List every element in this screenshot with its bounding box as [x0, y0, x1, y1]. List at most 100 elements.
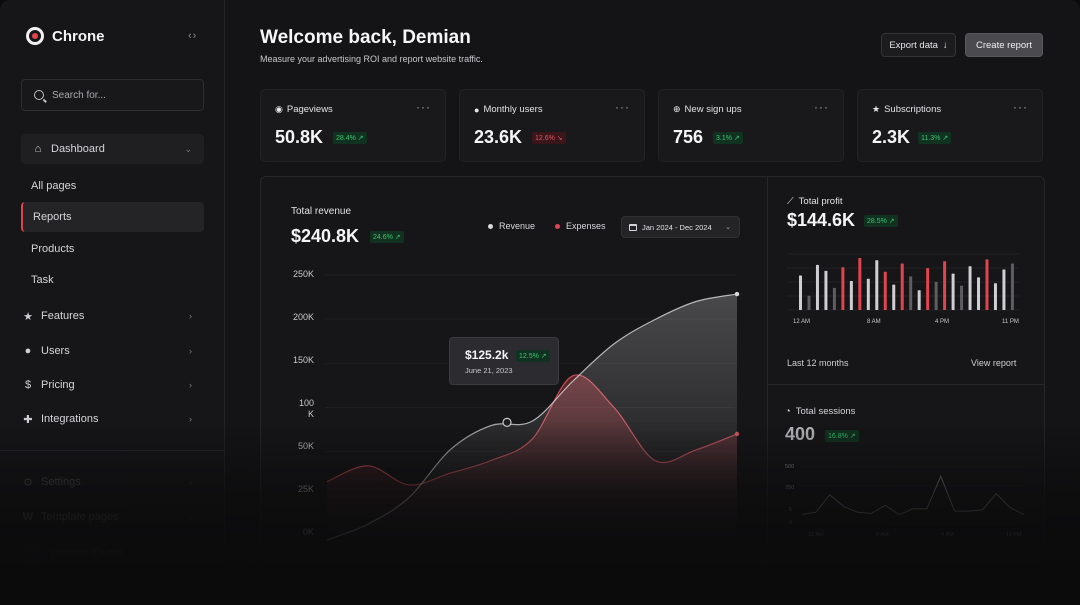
sidebar-item-settings[interactable]: ⚙ Settings ›	[21, 467, 204, 497]
sessions-label: ◔ Total sessions	[785, 406, 855, 417]
x-tick: 4 PM	[935, 319, 949, 325]
sessions-line-chart[interactable]	[800, 465, 1025, 527]
page-title: Welcome back, Demian	[260, 27, 471, 48]
brand[interactable]: Chrone	[26, 27, 105, 45]
legend-label: Revenue	[499, 221, 536, 231]
x-tick: 8 AM	[867, 319, 881, 325]
puzzle-icon: ✚	[23, 413, 33, 426]
search-input[interactable]	[52, 89, 192, 101]
stat-label: Monthly users	[483, 104, 543, 115]
date-range-select[interactable]: Jan 2024 - Dec 2024 ⌄	[621, 216, 740, 238]
more-icon[interactable]: ···	[814, 100, 829, 114]
profit-label-text: Total profit	[798, 196, 843, 207]
profit-bar	[815, 264, 819, 310]
export-label: Export data	[889, 39, 938, 51]
sidebar-item-task[interactable]: Task	[21, 265, 204, 295]
profit-bar	[883, 271, 887, 310]
stat-label: New sign ups	[684, 104, 742, 115]
search-icon	[34, 90, 44, 100]
legend-revenue[interactable]: Revenue	[488, 221, 535, 231]
avatar	[21, 542, 43, 564]
y-tick: 500	[785, 464, 795, 470]
sidebar-item-users[interactable]: ● Users ›	[21, 336, 204, 366]
star-icon: ★	[872, 104, 881, 114]
trend-chart-icon: ⟋	[787, 196, 794, 207]
x-tick: 12 AM	[808, 532, 824, 538]
sidebar-item-features[interactable]: ★ Features ›	[21, 301, 204, 331]
stat-change-badge: 11.3% ↗	[918, 132, 952, 144]
profit-bar	[892, 284, 896, 310]
tooltip-date: June 21, 2023	[465, 366, 513, 375]
w-icon: W	[22, 511, 34, 523]
series-end-point	[734, 291, 740, 297]
y-tick: 50K	[297, 441, 314, 451]
profit-bar-chart[interactable]: 12 AM 8 AM 4 PM 11 PM	[787, 252, 1023, 327]
user-profile[interactable]: Damian Carter	[21, 538, 204, 568]
search-box[interactable]	[21, 79, 204, 111]
hover-point	[502, 417, 512, 427]
legend-label: Expenses	[566, 221, 606, 231]
sidebar-divider	[0, 450, 224, 451]
x-tick: 11 PM	[1006, 532, 1022, 538]
gear-icon: ⚙	[23, 476, 33, 489]
profit-bar	[875, 260, 879, 310]
profit-bar	[858, 258, 862, 310]
profit-bar	[824, 270, 828, 310]
sidebar-item-dashboard[interactable]: ⌂ Dashboard ⌄	[21, 134, 204, 164]
sidebar-item-label: Task	[31, 274, 54, 286]
x-tick: 8 AM	[876, 532, 889, 538]
stat-card-subscriptions: ★ Subscriptions ··· 2.3K 11.3% ↗	[857, 89, 1043, 162]
profit-bar	[968, 266, 972, 310]
export-data-button[interactable]: Export data ↓	[881, 33, 956, 57]
profit-period: Last 12 months	[787, 358, 849, 368]
sidebar: Chrone ‹› ⌂ Dashboard ⌄ All pages Report…	[0, 0, 225, 605]
sidebar-item-label: Pricing	[41, 379, 75, 391]
sidebar-item-reports[interactable]: Reports	[21, 202, 204, 232]
sidebar-item-integrations[interactable]: ✚ Integrations ›	[21, 404, 204, 434]
sessions-line	[801, 474, 1025, 516]
date-range-value: Jan 2024 - Dec 2024	[642, 222, 712, 232]
legend-expenses[interactable]: Expenses	[555, 221, 606, 231]
stat-card-pageviews: ◉ Pageviews ··· 50.8K 28.4% ↗	[260, 89, 446, 162]
create-report-button[interactable]: Create report	[965, 33, 1043, 57]
stat-value: 756	[673, 127, 704, 147]
y-tick: 250K	[292, 269, 314, 279]
calendar-icon	[629, 223, 637, 231]
more-icon[interactable]: ···	[1013, 100, 1028, 114]
more-icon[interactable]: ···	[615, 100, 630, 114]
profit-bar	[917, 290, 921, 310]
panel-divider	[767, 176, 768, 596]
chart-tooltip: $125.2k 12.5% ↗ June 21, 2023	[449, 337, 559, 385]
sidebar-item-products[interactable]: Products	[21, 234, 204, 264]
sidebar-item-template-pages[interactable]: W Template pages ›	[21, 502, 204, 532]
sidebar-item-pricing[interactable]: $ Pricing ›	[21, 370, 204, 400]
x-tick: 12 AM	[793, 319, 810, 325]
profit-bar	[1010, 263, 1014, 310]
view-report-link[interactable]: View report	[971, 358, 1016, 368]
profit-bar	[993, 283, 997, 310]
revenue-chart[interactable]	[325, 270, 740, 545]
x-tick: 11 PM	[1002, 319, 1019, 325]
chevron-right-icon: ›	[189, 512, 192, 522]
sidebar-item-all-pages[interactable]: All pages	[21, 171, 204, 201]
home-icon: ⌂	[34, 143, 42, 155]
page-subtitle: Measure your advertising ROI and report …	[260, 54, 483, 64]
revenue-change-badge: 24.6% ↗	[370, 231, 404, 243]
profit-bar	[866, 278, 870, 310]
sidebar-item-label: Reports	[33, 211, 72, 223]
stat-value: 50.8K	[275, 127, 324, 147]
user-icon: ●	[24, 345, 32, 357]
profit-bar	[934, 281, 938, 310]
chevron-right-icon: ›	[189, 311, 192, 321]
y-tick: 100 K	[298, 398, 314, 419]
stat-change-badge: 28.4% ↗	[333, 132, 367, 144]
sidebar-item-label: Dashboard	[51, 143, 105, 155]
profit-bar	[841, 267, 845, 310]
profit-value: $144.6K	[787, 210, 856, 230]
logo-icon	[26, 27, 44, 45]
more-icon[interactable]: ···	[416, 100, 431, 114]
arrow-down-icon: ↓	[942, 39, 948, 51]
collapse-sidebar-icon[interactable]: ‹›	[188, 30, 197, 42]
clock-icon: ◔	[785, 406, 791, 417]
sidebar-item-label: All pages	[31, 180, 77, 192]
